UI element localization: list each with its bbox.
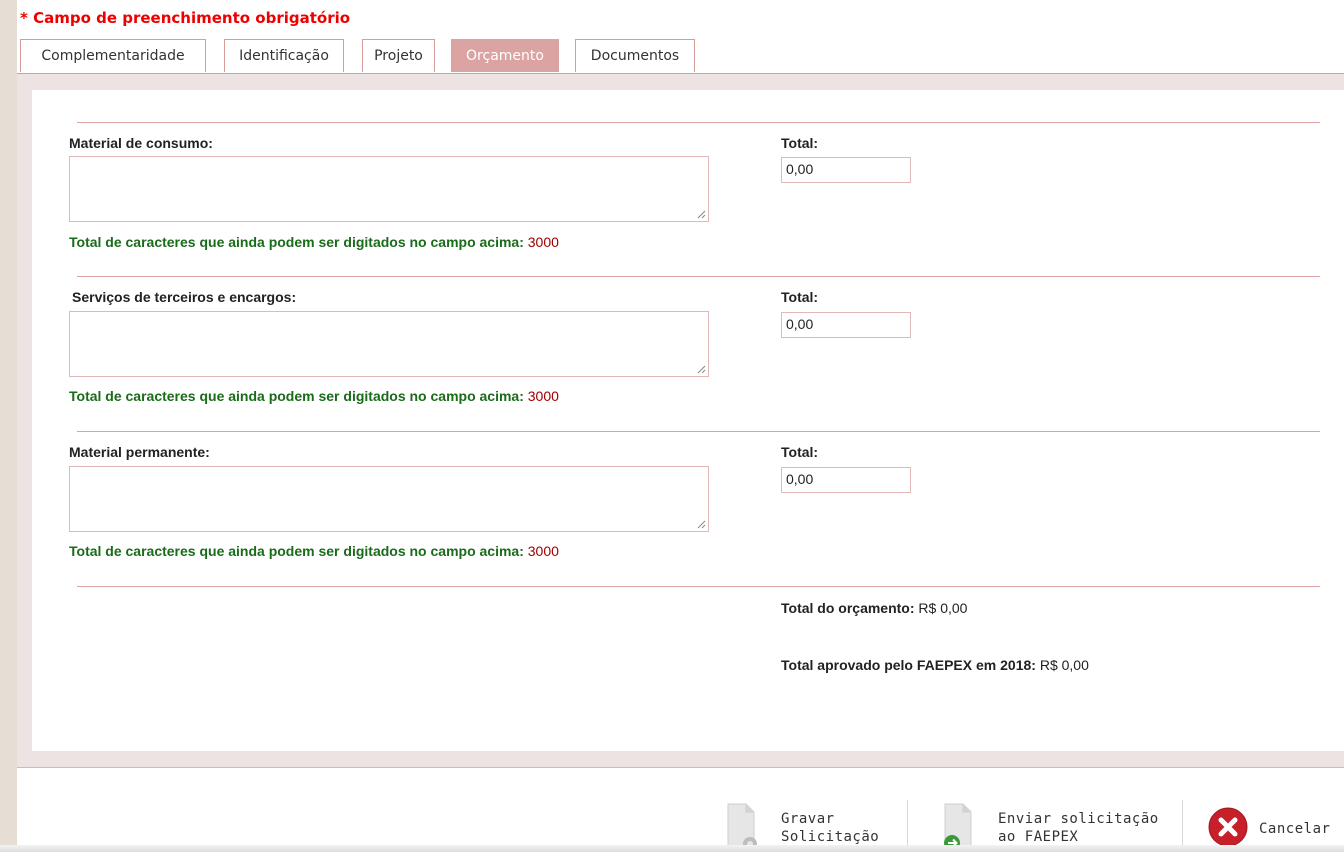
divider xyxy=(907,800,908,848)
servicos-terceiros-total-label: Total: xyxy=(781,289,819,305)
window-bottom-edge xyxy=(0,845,1344,852)
tab-documentos[interactable]: Documentos xyxy=(575,39,695,72)
tab-projeto[interactable]: Projeto xyxy=(362,39,435,72)
section-divider xyxy=(77,122,1320,123)
action-bar: Gravar Solicitação Enviar solicitação ao… xyxy=(17,798,1344,852)
cancel-button[interactable]: Cancelar xyxy=(1207,798,1344,852)
material-consumo-label: Material de consumo: xyxy=(69,135,213,151)
tab-panel: Material de consumo: Total: 0,00 Total d… xyxy=(17,73,1344,768)
approved-total-label: Total aprovado pelo FAEPEX em 2018: xyxy=(781,657,1036,673)
material-permanente-total-input[interactable]: 0,00 xyxy=(781,467,911,493)
approved-total-value: R$ 0,00 xyxy=(1039,657,1089,673)
section-divider xyxy=(77,276,1320,277)
servicos-terceiros-textarea[interactable] xyxy=(69,311,709,377)
char-counter-label: Total de caracteres que ainda podem ser … xyxy=(69,234,524,250)
material-consumo-textarea[interactable] xyxy=(69,156,709,222)
tab-identificacao[interactable]: Identificação xyxy=(224,39,344,72)
servicos-terceiros-char-counter: Total de caracteres que ainda podem ser … xyxy=(69,388,559,404)
resize-grip-icon[interactable] xyxy=(696,519,706,529)
tab-orcamento[interactable]: Orçamento xyxy=(451,39,559,72)
material-consumo-char-counter: Total de caracteres que ainda podem ser … xyxy=(69,234,559,250)
char-counter-label: Total de caracteres que ainda podem ser … xyxy=(69,388,524,404)
save-request-button[interactable]: Gravar Solicitação xyxy=(722,798,902,852)
required-field-note: * Campo de preenchimento obrigatório xyxy=(20,9,351,27)
servicos-terceiros-total-input[interactable]: 0,00 xyxy=(781,312,911,338)
tab-complementaridade[interactable]: Complementaridade xyxy=(20,39,206,72)
char-counter-value: 3000 xyxy=(527,388,559,404)
form-page: * Campo de preenchimento obrigatório Com… xyxy=(17,0,1344,852)
material-permanente-total-label: Total: xyxy=(781,444,819,460)
budget-total-label: Total do orçamento: xyxy=(781,600,915,616)
char-counter-value: 3000 xyxy=(527,234,559,250)
section-divider xyxy=(77,431,1320,432)
char-counter-value: 3000 xyxy=(527,543,559,559)
material-consumo-total-input[interactable]: 0,00 xyxy=(781,157,911,183)
budget-total-value: R$ 0,00 xyxy=(918,600,968,616)
resize-grip-icon[interactable] xyxy=(696,364,706,374)
section-divider xyxy=(77,586,1320,587)
send-request-label: Enviar solicitação ao FAEPEX xyxy=(998,811,1159,845)
cancel-icon xyxy=(1208,807,1248,847)
tab-bar: Complementaridade Identificação Projeto … xyxy=(17,39,1344,74)
cancel-label: Cancelar xyxy=(1259,821,1331,837)
approved-total: Total aprovado pelo FAEPEX em 2018: R$ 0… xyxy=(781,657,1089,673)
material-permanente-label: Material permanente: xyxy=(69,444,210,460)
budget-total: Total do orçamento: R$ 0,00 xyxy=(781,600,967,616)
save-request-label: Gravar Solicitação xyxy=(781,811,880,845)
divider xyxy=(1182,800,1183,848)
resize-grip-icon[interactable] xyxy=(696,209,706,219)
material-consumo-total-label: Total: xyxy=(781,135,819,151)
servicos-terceiros-label: Serviços de terceiros e encargos: xyxy=(72,289,297,305)
budget-form: Material de consumo: Total: 0,00 Total d… xyxy=(32,90,1344,751)
material-permanente-textarea[interactable] xyxy=(69,466,709,532)
material-permanente-char-counter: Total de caracteres que ainda podem ser … xyxy=(69,543,559,559)
char-counter-label: Total de caracteres que ainda podem ser … xyxy=(69,543,524,559)
send-request-button[interactable]: Enviar solicitação ao FAEPEX xyxy=(937,798,1177,852)
